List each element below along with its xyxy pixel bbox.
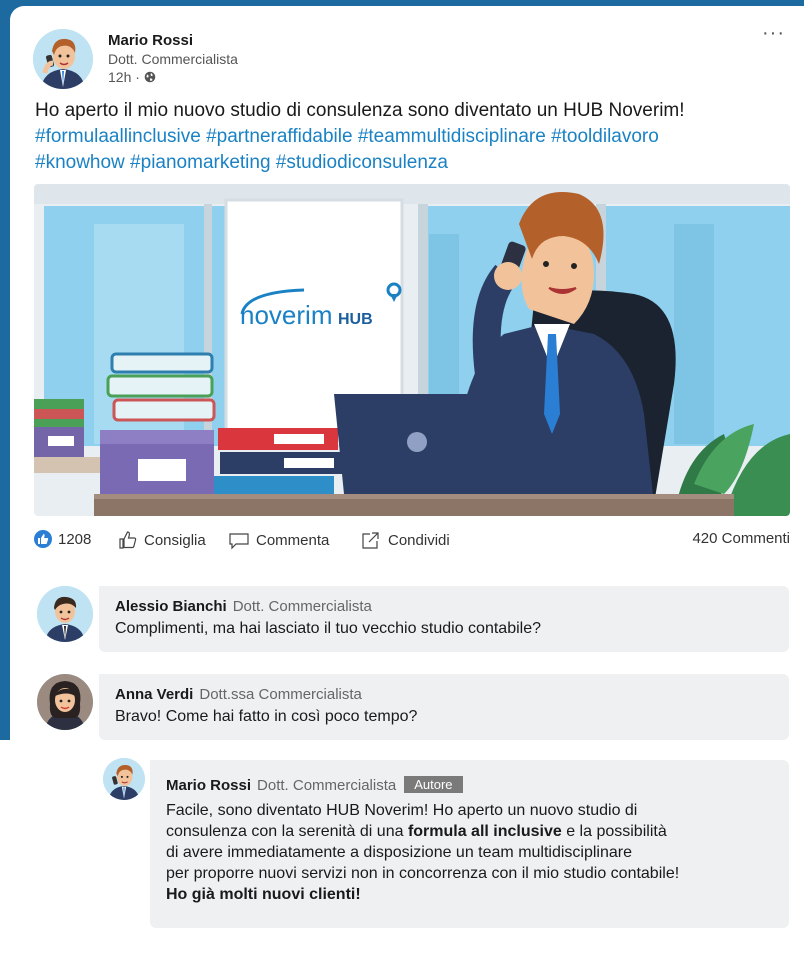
action-bar: 1208 Consiglia Commenta Condividi 420 Co… <box>34 528 790 552</box>
thumbs-up-filled-icon <box>34 530 52 548</box>
comment-icon <box>229 533 249 550</box>
commenter-avatar-2[interactable] <box>37 674 93 730</box>
comment-2-header: Anna Verdi Dott.ssa Commercialista <box>115 686 362 703</box>
comment-2-role: Dott.ssa Commercialista <box>199 686 362 703</box>
share-button[interactable]: Condividi <box>360 530 450 550</box>
comments-count[interactable]: 420 Commenti <box>692 530 790 547</box>
reply-text: Facile, sono diventato HUB Noverim! Ho a… <box>166 800 786 905</box>
comment-2: Anna Verdi Dott.ssa Commercialista Bravo!… <box>99 674 789 740</box>
like-button-label: Consiglia <box>144 531 206 549</box>
post-card: Mario Rossi Dott. Commercialista 12h · ·… <box>10 6 804 960</box>
reply-line-2-bold: formula all inclusive <box>407 823 562 840</box>
reply-avatar[interactable] <box>103 758 145 800</box>
share-button-label: Condividi <box>388 531 450 549</box>
reply-header: Mario Rossi Dott. Commercialista Autore <box>166 776 463 794</box>
comment-2-author[interactable]: Anna Verdi <box>115 686 193 703</box>
comment-1-author[interactable]: Alessio Bianchi <box>115 598 227 615</box>
thumbs-up-icon <box>119 531 137 549</box>
reply-line-1: Facile, sono diventato HUB Noverim! Ho a… <box>166 802 638 819</box>
post-time-text: 12h · <box>108 69 140 85</box>
reply-line-4: per proporre nuovi servizi non in concor… <box>166 865 680 882</box>
comment-2-text: Bravo! Come hai fatto in così poco tempo… <box>115 708 418 725</box>
comment-button[interactable]: Commenta <box>228 530 329 550</box>
post-text: Ho aperto il mio nuovo studio di consule… <box>35 98 785 176</box>
like-count-text: 1208 <box>58 530 92 548</box>
logo-noverim-text: noverim <box>240 300 332 330</box>
author-avatar[interactable] <box>33 29 93 89</box>
reply-author[interactable]: Mario Rossi <box>166 777 251 794</box>
comment-1-header: Alessio Bianchi Dott. Commercialista <box>115 598 372 615</box>
globe-icon <box>144 71 156 83</box>
author-badge: Autore <box>404 776 463 793</box>
reply-line-5: Ho già molti nuovi clienti! <box>166 884 786 905</box>
reply-line-2: consulenza con la serenità di una formul… <box>166 821 786 842</box>
like-button[interactable]: Consiglia <box>118 530 206 550</box>
commenter-avatar-1[interactable] <box>37 586 93 642</box>
comment-1-text: Complimenti, ma hai lasciato il tuo vecc… <box>115 620 541 637</box>
more-options-button[interactable]: ··· <box>762 22 785 45</box>
comment-1-role: Dott. Commercialista <box>232 598 372 615</box>
post-body: Ho aperto il mio nuovo studio di consule… <box>35 100 685 121</box>
author-role: Dott. Commercialista <box>108 51 238 67</box>
reply-role: Dott. Commercialista <box>257 777 397 794</box>
like-count[interactable]: 1208 <box>34 530 91 548</box>
comment-1: Alessio Bianchi Dott. Commercialista Comp… <box>99 586 789 652</box>
post-timestamp: 12h · <box>108 69 156 85</box>
hashtags-line-1[interactable]: #formulaallinclusive #partneraffidabile … <box>35 124 785 150</box>
hashtags-line-2[interactable]: #knowhow #pianomarketing #studiodiconsul… <box>35 150 785 176</box>
share-icon <box>362 532 379 549</box>
reply-line-3: di avere immediatamente a disposizione u… <box>166 844 633 861</box>
reply-line-2-pre: consulenza con la serenità di una <box>166 823 408 840</box>
reply-comment: Mario Rossi Dott. Commercialista Autore Fa… <box>150 760 789 928</box>
reply-line-2-post: e la possibilità <box>561 823 667 840</box>
comment-button-label: Commenta <box>256 531 330 549</box>
reply-line-5-bold: Ho già molti nuovi clienti! <box>166 886 361 903</box>
post-image[interactable]: noverim HUB <box>34 184 790 516</box>
author-name[interactable]: Mario Rossi <box>108 32 193 49</box>
logo-hub-text: HUB <box>338 311 373 328</box>
